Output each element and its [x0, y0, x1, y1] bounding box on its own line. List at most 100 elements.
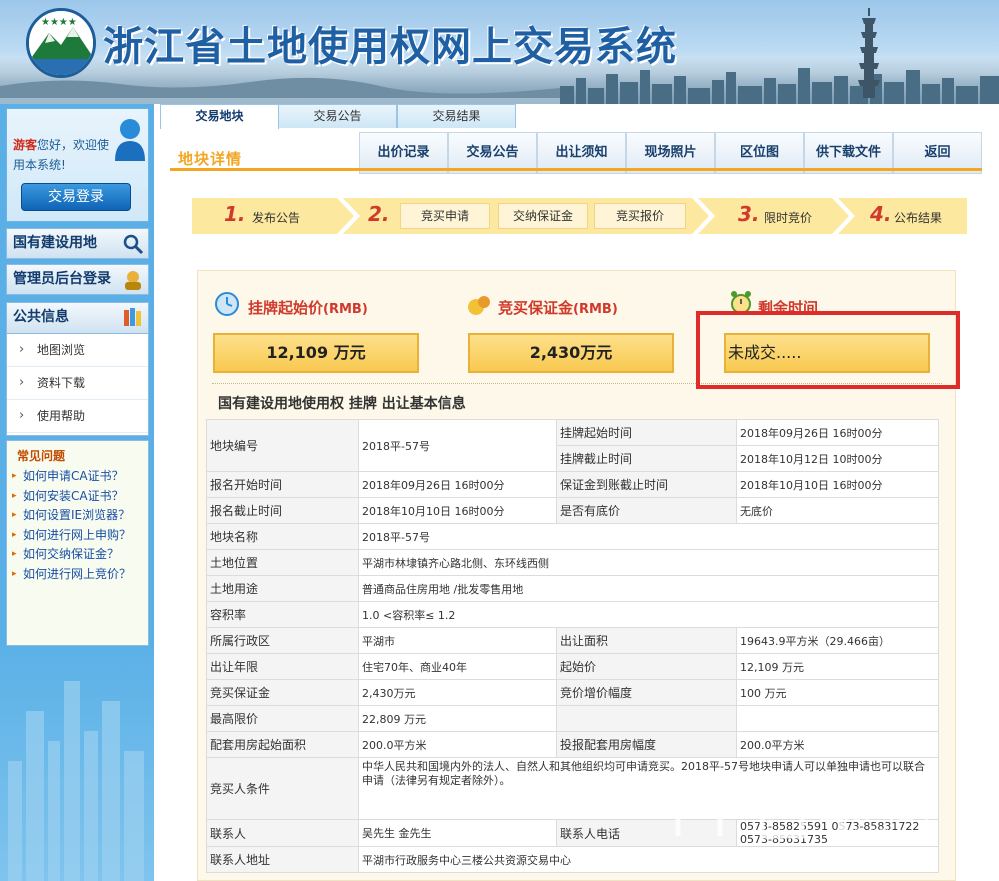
step-pay-deposit: 交纳保证金	[498, 203, 588, 229]
table-row: 联系人地址 平湖市行政服务中心三楼公共资源交易中心	[206, 846, 939, 873]
start-price-unit: (RMB)	[323, 302, 368, 317]
sidebar-item-help[interactable]: 使用帮助	[7, 400, 148, 433]
page-title: 地块详情	[178, 150, 243, 168]
deposit-heading: 竞买保证金(RMB)	[498, 297, 618, 318]
faq-link[interactable]: 如何申请CA证书？	[7, 467, 148, 487]
process-steps: 1. 发布公告 2. 竞买申请 交纳保证金 竞买报价 3. 限时竞价 4. 公布…	[192, 198, 967, 234]
table-value: 200.0平方米	[736, 731, 939, 758]
table-key: 出让年限	[206, 653, 359, 680]
faq-panel: 常见问题 如何申请CA证书？ 如何安装CA证书？ 如何设置IE浏览器？ 如何进行…	[6, 440, 149, 646]
table-key: 报名截止时间	[206, 497, 359, 524]
table-key: 是否有底价	[556, 497, 737, 524]
faq-link[interactable]: 如何交纳保证金？	[7, 545, 148, 565]
faq-link[interactable]: 如何安装CA证书？	[7, 487, 148, 507]
step-3-number: 3.	[738, 202, 760, 226]
table-value: 2018年09月26日 16时00分	[736, 419, 939, 446]
deposit-label: 竞买保证金	[498, 299, 574, 317]
sidebar-decoration	[0, 641, 154, 881]
tab-trading-results[interactable]: 交易结果	[397, 104, 516, 128]
faq-link[interactable]: 如何进行网上申购？	[7, 526, 148, 546]
table-key: 投报配套用房幅度	[556, 731, 737, 758]
admin-icon	[125, 271, 141, 290]
start-price-heading: 挂牌起始价(RMB)	[248, 297, 368, 318]
public-info-header: 公共信息	[7, 303, 148, 334]
table-row: 最高限价 22,809 万元	[206, 705, 939, 732]
table-key: 土地用途	[206, 575, 359, 602]
table-value: 12,109 万元	[736, 653, 939, 680]
site-logo: ★★★★	[26, 8, 96, 78]
table-row: 竞买保证金 2,430万元 竞价增价幅度 100 万元	[206, 679, 939, 706]
table-key-empty	[556, 705, 737, 732]
table-row: 地块编号 2018平-57号 挂牌起始时间 2018年09月26日 16时00分	[206, 419, 939, 472]
step-2-number: 2.	[368, 202, 390, 226]
start-price-label: 挂牌起始价	[248, 299, 324, 317]
mountain-silhouette	[0, 77, 560, 104]
table-key: 竞价增价幅度	[556, 679, 737, 706]
subnav-underline	[170, 168, 982, 171]
table-value: 住宅70年、商业40年	[358, 653, 557, 680]
search-icon	[123, 234, 144, 255]
step-1-number: 1.	[224, 202, 246, 226]
faq-link[interactable]: 如何设置IE浏览器？	[7, 506, 148, 526]
table-value: 平湖市林埭镇齐心路北侧、东环线西侧	[358, 549, 939, 576]
table-key: 起始价	[556, 653, 737, 680]
table-key: 竞买保证金	[206, 679, 359, 706]
table-key: 报名开始时间	[206, 471, 359, 498]
welcome-panel: 游客您好，欢迎使用本系统! 交易登录	[6, 108, 149, 222]
watermark-text: 房产超市	[840, 796, 940, 824]
table-row: 土地用途 普通商品住房用地 /批发零售用地	[206, 575, 939, 602]
table-value: 2018年10月12日 10时00分	[736, 445, 939, 472]
tab-trading-notices[interactable]: 交易公告	[278, 104, 397, 128]
table-value: 2018年09月26日 16时00分	[358, 471, 557, 498]
table-key: 土地位置	[206, 549, 359, 576]
public-info-title: 公共信息	[13, 309, 69, 325]
public-info-panel: 公共信息 地图浏览 资料下载 使用帮助	[6, 302, 149, 436]
table-row: 报名开始时间 2018年09月26日 16时00分 保证金到账截止时间 2018…	[206, 471, 939, 498]
table-key: 竞买人条件	[206, 757, 359, 820]
menu-state-land[interactable]: 国有建设用地	[6, 228, 149, 259]
user-avatar-icon	[115, 119, 145, 161]
watermark-url: fccs.com	[845, 826, 890, 837]
table-key: 最高限价	[206, 705, 359, 732]
svg-text:★★★★: ★★★★	[41, 17, 77, 28]
table-value-empty	[736, 705, 939, 732]
faq-title: 常见问题	[17, 449, 66, 463]
table-value: 2,430万元	[358, 679, 557, 706]
table-value: 2018平-57号	[358, 419, 557, 472]
tab-trading-plots[interactable]: 交易地块	[160, 104, 279, 129]
menu-state-land-label: 国有建设用地	[13, 235, 97, 251]
table-key: 联系人地址	[206, 846, 359, 873]
table-value: 普通商品住房用地 /批发零售用地	[358, 575, 939, 602]
table-value: 平湖市	[358, 627, 557, 654]
sidebar-item-downloads[interactable]: 资料下载	[7, 367, 148, 400]
table-row: 土地位置 平湖市林埭镇齐心路北侧、东环线西侧	[206, 549, 939, 576]
table-key: 联系人	[206, 819, 359, 847]
money-bag-icon	[468, 296, 490, 315]
login-button[interactable]: 交易登录	[21, 183, 131, 211]
table-value: 平湖市行政服务中心三楼公共资源交易中心	[358, 846, 939, 873]
table-value: 200.0平方米	[358, 731, 557, 758]
step-1-label: 发布公告	[252, 211, 301, 225]
menu-admin-login[interactable]: 管理员后台登录	[6, 264, 149, 295]
guest-label: 游客	[13, 138, 38, 152]
table-key: 配套用房起始面积	[206, 731, 359, 758]
highlight-box	[696, 311, 960, 389]
sidebar-item-map[interactable]: 地图浏览	[7, 334, 148, 367]
table-value: 无底价	[736, 497, 939, 524]
table-row: 报名截止时间 2018年10月10日 16时00分 是否有底价 无底价	[206, 497, 939, 524]
table-value: 吴先生 金先生	[358, 819, 557, 847]
table-key: 容积率	[206, 601, 359, 628]
section-title: 国有建设用地使用权 挂牌 出让基本信息	[218, 396, 466, 412]
table-row: 地块名称 2018平-57号	[206, 523, 939, 550]
detail-subnav: 地块详情 出价记录 交易公告 出让须知 现场照片 区位图 供下载文件 返回	[170, 132, 982, 174]
table-row: 所属行政区 平湖市 出让面积 19643.9平方米（29.466亩）	[206, 627, 939, 654]
price-clock-icon	[215, 292, 239, 316]
table-key: 出让面积	[556, 627, 737, 654]
step-4-label: 公布结果	[894, 211, 943, 225]
header-banner: ★★★★ 浙江省土地使用权网上交易系统	[0, 0, 999, 104]
table-key: 地块名称	[206, 523, 359, 550]
table-value: 2018年10月10日 16时00分	[358, 497, 557, 524]
faq-link[interactable]: 如何进行网上竞价？	[7, 565, 148, 585]
step-bid-application: 竞买申请	[400, 203, 490, 229]
table-row: 出让年限 住宅70年、商业40年 起始价 12,109 万元	[206, 653, 939, 680]
